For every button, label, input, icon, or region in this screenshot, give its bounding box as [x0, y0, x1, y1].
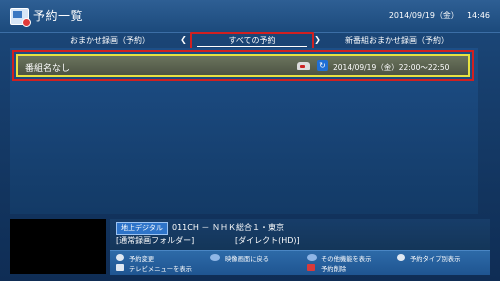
repeat-icon: ↻: [317, 60, 328, 71]
hint-back[interactable]: 映像画面に戻る: [225, 254, 269, 263]
tv-menu-icon: [116, 264, 124, 271]
hint-type[interactable]: 予約タイプ別表示: [410, 254, 460, 263]
hint-change[interactable]: 予約変更: [129, 254, 154, 263]
tab-all-label: すべての予約: [228, 36, 276, 45]
tv-record-icon: [10, 8, 31, 27]
tab-new-omakase[interactable]: 新番組おまかせ録画（予約）: [345, 35, 449, 46]
page-title: 予約一覧: [33, 9, 84, 23]
hint-tvmenu[interactable]: テレビメニューを表示: [129, 264, 192, 273]
tab-bar: おまかせ録画（予約） ❮ すべての予約 ❯ 新番組おまかせ録画（予約）: [0, 32, 500, 50]
back-remote-icon: [210, 254, 220, 261]
screen: 予約一覧 2014/09/19（金） 14:46 おまかせ録画（予約） ❮ すべて…: [0, 0, 500, 281]
time-label: 14:46: [466, 11, 490, 20]
other-remote-icon: [307, 254, 317, 261]
header-bar: 予約一覧 2014/09/19（金） 14:46: [0, 0, 500, 33]
chevron-right-icon[interactable]: ❯: [313, 35, 322, 44]
list-item[interactable]: 番組名なし ↻ 2014/09/19（金）22:00～22:50: [16, 54, 470, 77]
arrows-icon: [397, 254, 405, 261]
chevron-left-icon[interactable]: ❮: [179, 35, 188, 44]
video-preview: [10, 219, 106, 274]
date-label: 2014/09/19（金）: [388, 11, 459, 20]
channel-label: 011CH － ＮＨＫ総合１・東京: [172, 223, 284, 232]
program-title: 番組名なし: [25, 64, 71, 74]
hint-other[interactable]: その他機能を表示: [321, 254, 371, 263]
clock: 2014/09/19（金） 14:46: [381, 10, 490, 21]
recorder-icon: [297, 62, 310, 70]
red-button-icon: [307, 264, 315, 271]
ok-button-icon: [116, 254, 124, 261]
program-datetime: 2014/09/19（金）22:00～22:50: [333, 63, 450, 72]
folder-label: [通常録画フォルダー]: [116, 236, 195, 245]
source-label: [ダイレクト(HD)]: [235, 236, 300, 245]
help-bar: 予約変更 映像画面に戻る その他機能を表示 予約タイプ別表示 テレビメニューを表…: [110, 250, 490, 275]
hint-delete[interactable]: 予約削除: [321, 264, 346, 273]
tab-omakase[interactable]: おまかせ録画（予約）: [70, 35, 150, 46]
broadcast-badge: 地上デジタル: [116, 222, 168, 235]
